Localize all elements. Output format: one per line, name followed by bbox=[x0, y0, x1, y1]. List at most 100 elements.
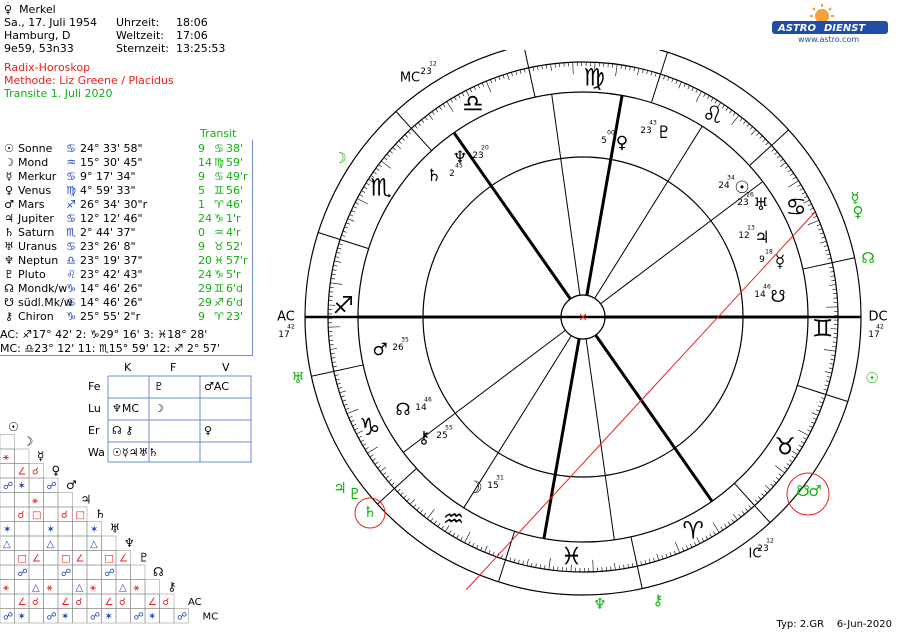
degree-tick bbox=[807, 429, 811, 432]
transit-sign: ♑ bbox=[214, 212, 224, 225]
transit-minutes: 46' bbox=[226, 198, 244, 211]
transit-degree: 9 bbox=[198, 170, 205, 183]
degree-tick bbox=[367, 446, 378, 454]
element-cell: ☽ bbox=[154, 402, 164, 415]
zodiac-sign-glyph: ♉ bbox=[774, 433, 796, 461]
zodiac-sign-glyph: ♋ bbox=[786, 193, 808, 221]
degree-tick bbox=[481, 82, 484, 87]
degree-tick bbox=[431, 111, 435, 115]
transit-sign: ♋ bbox=[214, 170, 224, 183]
transit-degree: 1 bbox=[198, 198, 205, 211]
degree-tick bbox=[816, 224, 821, 227]
degree-tick bbox=[395, 143, 401, 150]
natal-planet-degree: 9 bbox=[759, 255, 765, 265]
degree-tick bbox=[353, 206, 357, 209]
transit-planet-glyph: ♃ bbox=[333, 479, 346, 497]
degree-tick bbox=[823, 388, 828, 391]
degree-tick bbox=[334, 374, 339, 376]
planet-name: Mars bbox=[18, 198, 45, 211]
degree-tick bbox=[439, 106, 442, 110]
degree-tick bbox=[829, 363, 834, 365]
planet-position: 12° 12' 46" bbox=[80, 212, 143, 225]
aspect-cell bbox=[57, 535, 73, 551]
planet-symbol: ☊ bbox=[4, 282, 14, 295]
degree-tick bbox=[675, 79, 678, 84]
degree-tick bbox=[515, 70, 518, 75]
planet-symbol: ♆ bbox=[4, 254, 14, 267]
aspect-cell bbox=[144, 579, 160, 595]
degree-tick bbox=[824, 384, 829, 387]
transit-sign: ♊ bbox=[214, 184, 224, 197]
sign-symbol: ♐ bbox=[66, 198, 76, 211]
astrodienst-logo[interactable]: ASTRO DIENST www.astro.com bbox=[770, 4, 890, 44]
degree-tick bbox=[332, 269, 337, 271]
aspect-cell bbox=[28, 608, 44, 624]
footer: Typ: 2.GR 6-Jun-2020 bbox=[776, 619, 892, 630]
dc-degree: 17 bbox=[868, 330, 879, 340]
transit-degree: 9 bbox=[198, 310, 205, 323]
natal-planet-glyph: ♀ bbox=[616, 133, 628, 153]
degree-tick bbox=[352, 423, 357, 427]
aspect-symbol: ☍ bbox=[134, 612, 144, 623]
aspect-symbol: ∠ bbox=[119, 554, 128, 565]
degree-tick bbox=[374, 461, 379, 465]
transit-minutes: 23' bbox=[226, 310, 244, 323]
worldtime-value: 17:06 bbox=[176, 29, 208, 42]
degree-tick bbox=[524, 68, 526, 73]
degree-tick bbox=[382, 472, 387, 476]
degree-tick bbox=[539, 564, 542, 569]
natal-planet-glyph: ♇ bbox=[656, 123, 671, 143]
aspect-symbol: ☌ bbox=[119, 597, 126, 608]
house-cusps-line-1: AC: ♐17° 42' 2: ♑29° 16' 3: ♓18° 28' bbox=[0, 328, 208, 341]
degree-tick bbox=[667, 76, 670, 81]
planet-name: Saturn bbox=[18, 226, 55, 239]
degree-tick bbox=[831, 354, 836, 356]
element-cell: ♇ bbox=[154, 380, 164, 393]
natal-planet-degree: 12 bbox=[738, 231, 749, 241]
degree-tick bbox=[452, 532, 456, 537]
planet-name: Pluto bbox=[18, 268, 46, 281]
degree-tick bbox=[826, 253, 831, 256]
degree-tick bbox=[330, 282, 343, 285]
degree-tick bbox=[537, 66, 539, 71]
degree-tick bbox=[624, 65, 627, 70]
degree-tick bbox=[661, 555, 664, 560]
aspect-symbol: △ bbox=[90, 539, 98, 550]
degree-tick bbox=[535, 563, 537, 568]
element-cell: ♆MC bbox=[112, 402, 140, 415]
planet-position: 14° 46' 26" bbox=[80, 296, 143, 309]
sign-boundary bbox=[734, 483, 771, 523]
degree-tick bbox=[826, 376, 831, 378]
mc-label: MC bbox=[400, 71, 420, 86]
natal-planet-minutes: 43 bbox=[649, 120, 657, 127]
degree-tick bbox=[550, 64, 552, 72]
degree-tick bbox=[391, 482, 395, 486]
sign-boundary bbox=[318, 232, 369, 250]
degree-tick bbox=[780, 162, 787, 167]
aspect-symbol: ☍ bbox=[90, 612, 100, 623]
degree-tick bbox=[720, 526, 724, 531]
degree-tick bbox=[741, 511, 745, 515]
natal-planet-minutes: 46 bbox=[763, 284, 771, 291]
aspect-cell bbox=[86, 593, 102, 609]
aspect-grid-planet: ☿ bbox=[37, 449, 44, 463]
degree-tick bbox=[472, 543, 475, 547]
transit-minutes: 4'r bbox=[226, 226, 241, 239]
planet-name: Jupiter bbox=[18, 212, 54, 225]
degree-tick bbox=[386, 153, 391, 157]
natal-planet-minutes: 35 bbox=[401, 337, 409, 344]
degree-tick bbox=[830, 275, 835, 277]
degree-tick bbox=[400, 492, 404, 496]
aspect-symbol: △ bbox=[119, 583, 127, 594]
aspect-grid-planet: ♆ bbox=[124, 536, 135, 550]
planet-name: Venus bbox=[18, 184, 52, 197]
degree-tick bbox=[796, 448, 801, 452]
transit-degree: 9 bbox=[198, 142, 205, 155]
planet-row: ☉ Sonne ♋ 24° 33' 58" 9 ♋ 38' bbox=[0, 142, 252, 156]
aspect-cell bbox=[43, 564, 59, 580]
planet-position: 23° 26' 8" bbox=[80, 240, 136, 253]
ic-axis bbox=[594, 334, 714, 503]
aspect-cell bbox=[72, 564, 88, 580]
transit-planet-glyph: ☽ bbox=[333, 149, 346, 167]
degree-tick bbox=[348, 416, 353, 419]
